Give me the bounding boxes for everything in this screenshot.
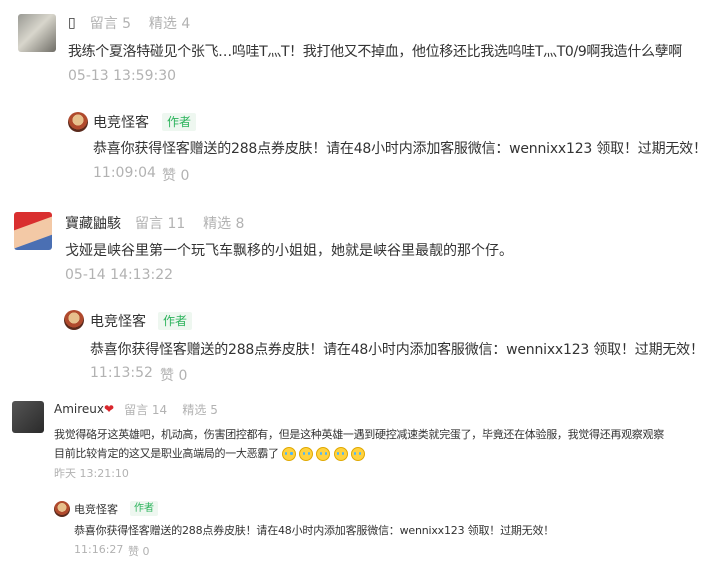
author-badge: 作者 <box>162 113 196 131</box>
like-button[interactable]: 赞 0 <box>162 165 189 185</box>
reply-text: 恭喜你获得怪客赠送的288点券皮肤！请在48小时内添加客服微信：wennixx1… <box>74 524 555 537</box>
author-badge: 作者 <box>158 312 192 330</box>
reply-time: 11:16:27 <box>74 543 124 556</box>
crying-emoji-icon <box>299 447 314 461</box>
author-avatar[interactable] <box>54 501 70 517</box>
crying-emoji-icon <box>281 447 296 461</box>
comment-text-line-2: 目前比较肯定的这又是职业高端局的一大恶霸了 <box>54 445 365 461</box>
comment-item: Amireux ❤ 留言 14 精选 5 我觉得硌牙这英雄吧，机动高，伤害团控都… <box>0 395 720 567</box>
heart-icon: ❤ <box>104 402 115 416</box>
commenter-name[interactable]: 寶藏鼬駭 <box>65 213 121 233</box>
reply-author-name[interactable]: 电竞怪客 <box>93 112 149 132</box>
comment-text-line-1: 我觉得硌牙这英雄吧，机动高，伤害团控都有，但是这种英雄一遇到硬控减速类就完蛋了，… <box>54 428 664 441</box>
comment-item: 寶藏鼬駭 留言 11 精选 8 戈娅是峡谷里第一个玩飞车飘移的小姐姐，她就是峡谷… <box>0 200 720 390</box>
commenter-name[interactable]: Amireux <box>54 402 104 416</box>
comment-text: 我练个夏洛特碰见个张飞…呜哇T灬T！我打他又不掉血，他位移还比我选呜哇T灬T0/… <box>68 44 682 60</box>
comment-time: 05-14 14:13:22 <box>65 267 174 283</box>
commenter-stats: 留言 14 精选 5 <box>124 402 218 417</box>
reply-author-name[interactable]: 电竞怪客 <box>90 311 146 331</box>
commenter-stats: 留言 11 精选 8 <box>135 216 245 232</box>
commenter-name[interactable]: ▯ <box>68 15 76 31</box>
comment-text: 戈娅是峡谷里第一个玩飞车飘移的小姐姐，她就是峡谷里最靓的那个仔。 <box>65 243 513 259</box>
commenter-stats: 留言 5 精选 4 <box>89 16 191 32</box>
comment-item: ▯ 留言 5 精选 4 我练个夏洛特碰见个张飞…呜哇T灬T！我打他又不掉血，他位… <box>0 0 720 190</box>
author-avatar[interactable] <box>64 310 84 330</box>
avatar[interactable] <box>18 14 56 52</box>
crying-emoji-icon <box>350 447 365 461</box>
crying-emoji-icon <box>333 447 348 461</box>
reply-time: 11:09:04 <box>93 165 156 181</box>
comment-time: 昨天 13:21:10 <box>54 467 129 480</box>
comment-time: 05-13 13:59:30 <box>68 68 177 84</box>
reply-text: 恭喜你获得怪客赠送的288点券皮肤！请在48小时内添加客服微信：wennixx1… <box>93 141 707 157</box>
avatar[interactable] <box>12 401 44 433</box>
crying-emoji-icon <box>316 447 331 461</box>
author-badge: 作者 <box>130 501 158 516</box>
like-button[interactable]: 赞 0 <box>160 365 187 385</box>
avatar[interactable] <box>14 212 52 250</box>
comment-text-line-2-text: 目前比较肯定的这又是职业高端局的一大恶霸了 <box>54 447 279 460</box>
reply-author-name[interactable]: 电竞怪客 <box>74 501 118 517</box>
reply-time: 11:13:52 <box>90 365 153 381</box>
like-button[interactable]: 赞 0 <box>128 543 150 559</box>
reply-text: 恭喜你获得怪客赠送的288点券皮肤！请在48小时内添加客服微信：wennixx1… <box>90 342 704 358</box>
author-avatar[interactable] <box>68 112 88 132</box>
